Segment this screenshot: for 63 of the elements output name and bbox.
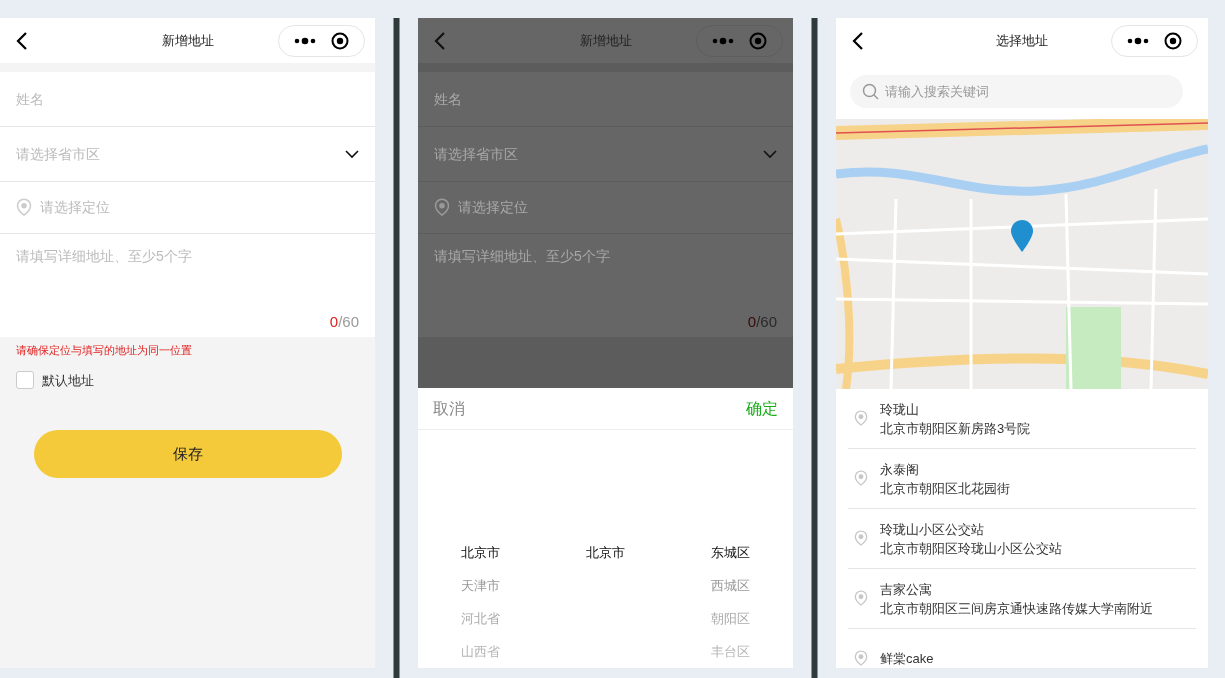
save-button[interactable]: 保存 — [33, 430, 342, 478]
address-textarea[interactable]: 请填写详细地址、至少5个字 — [434, 246, 777, 311]
chevron-down-icon — [345, 149, 359, 159]
picker-option[interactable]: 天津市 — [461, 569, 500, 602]
place-item[interactable]: 吉家公寓 北京市朝阳区三间房京通快速路传媒大学南附近 — [848, 569, 1196, 629]
location-select[interactable]: 请选择定位 — [418, 182, 793, 234]
char-limit: /60 — [338, 311, 359, 332]
picker-option[interactable]: 朝阳区 — [711, 602, 750, 635]
place-address: 北京市朝阳区玲珑山小区公交站 — [880, 539, 1062, 558]
place-name: 鲜棠cake — [880, 650, 934, 668]
picker-option[interactable]: 北京市 — [461, 536, 500, 569]
place-item[interactable]: 玲珑山 北京市朝阳区新房路3号院 — [848, 389, 1196, 449]
location-input[interactable]: 请选择定位 — [458, 197, 777, 218]
place-name: 吉家公寓 — [880, 580, 933, 599]
confirm-button[interactable]: 确定 — [746, 396, 778, 421]
chevron-down-icon — [763, 149, 777, 159]
warning-text: 请确保定位与填写的地址为同一位置 — [15, 343, 193, 358]
default-checkbox[interactable] — [16, 371, 34, 390]
name-field[interactable]: 姓名 — [418, 72, 793, 127]
location-pin-icon — [434, 198, 450, 217]
region-input[interactable]: 请选择省市区 — [434, 143, 763, 165]
region-select[interactable]: 请选择省市区 — [418, 127, 793, 182]
place-item[interactable]: 永泰阁 北京市朝阳区北花园街 — [848, 449, 1196, 509]
checkbox-label: 默认地址 — [42, 371, 94, 390]
picker-option[interactable]: 西城区 — [711, 569, 750, 602]
place-address: 北京市朝阳区新房路3号院 — [880, 419, 1031, 438]
char-count: 0 — [329, 311, 339, 332]
location-pin-icon — [854, 590, 868, 607]
target-icon[interactable] — [330, 31, 349, 50]
address-textarea[interactable]: 请填写详细地址、至少5个字 — [16, 246, 359, 311]
picker-option[interactable]: 东城区 — [711, 536, 750, 569]
cancel-button[interactable]: 取消 — [433, 396, 465, 421]
location-pin-icon — [854, 410, 868, 427]
map-marker-icon — [1010, 219, 1034, 253]
search-icon — [862, 83, 879, 100]
char-count: 0 — [747, 311, 757, 332]
place-address: 北京市朝阳区三间房京通快速路传媒大学南附近 — [880, 599, 1153, 618]
name-input[interactable]: 姓名 — [434, 88, 777, 110]
picker-option[interactable]: 北京市 — [586, 536, 625, 569]
search-input[interactable]: 请输入搜索关键词 — [885, 81, 1171, 102]
page-title: 新增地址 — [161, 31, 214, 50]
name-input[interactable]: 姓名 — [16, 88, 359, 110]
location-input[interactable]: 请选择定位 — [40, 197, 359, 218]
place-name: 永泰阁 — [880, 460, 920, 479]
char-limit: /60 — [756, 311, 777, 332]
place-item[interactable]: 玲珑山小区公交站 北京市朝阳区玲珑山小区公交站 — [848, 509, 1196, 569]
more-icon[interactable] — [294, 36, 317, 45]
location-pin-icon — [854, 470, 868, 487]
region-input[interactable]: 请选择省市区 — [16, 143, 345, 165]
address-field[interactable]: 请填写详细地址、至少5个字 0/60 — [0, 234, 375, 337]
location-pin-icon — [854, 650, 868, 667]
more-icon[interactable] — [1127, 36, 1150, 45]
target-icon[interactable] — [1163, 31, 1182, 50]
page-title: 选择地址 — [996, 31, 1048, 50]
place-name: 玲珑山 — [880, 400, 920, 419]
location-pin-icon — [854, 530, 868, 547]
place-name: 玲珑山小区公交站 — [880, 520, 985, 539]
address-field[interactable]: 请填写详细地址、至少5个字 0/60 — [418, 234, 793, 337]
place-address: 北京市朝阳区北花园街 — [880, 479, 1010, 498]
page-title: 新增地址 — [579, 31, 632, 50]
location-pin-icon — [16, 198, 32, 217]
place-item[interactable]: 鲜棠cake — [848, 629, 1196, 668]
search-field[interactable]: 请输入搜索关键词 — [850, 75, 1183, 108]
